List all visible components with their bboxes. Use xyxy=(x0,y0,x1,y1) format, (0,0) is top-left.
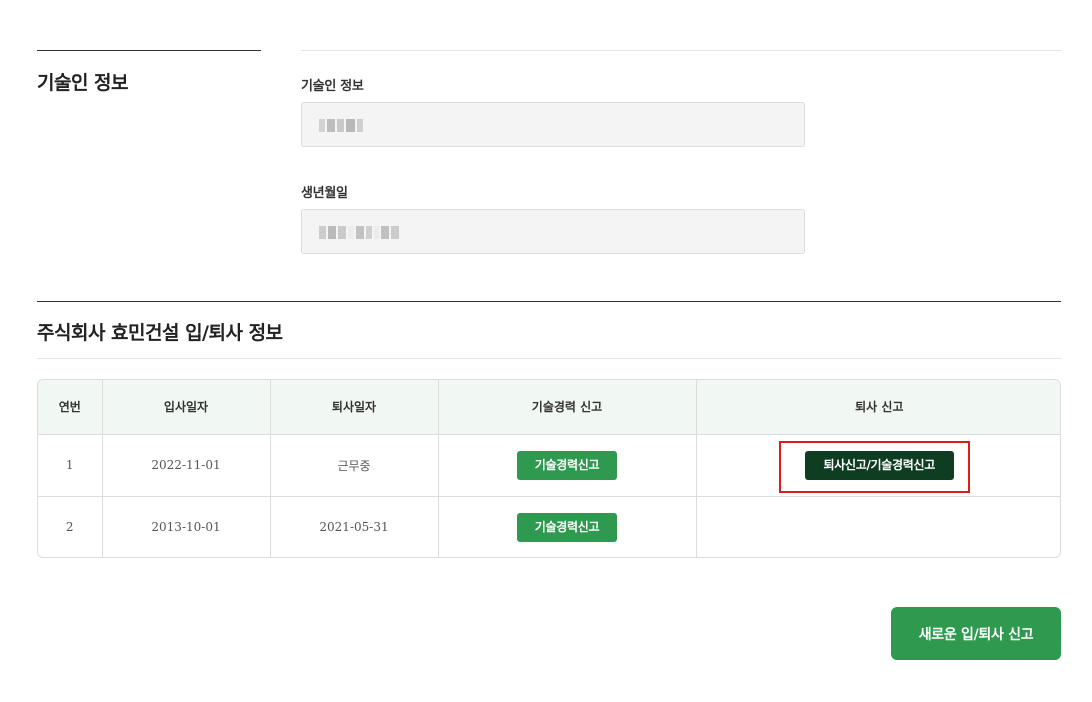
section-divider xyxy=(37,358,1061,359)
table-row: 1 2022-11-01 근무중 기술경력신고 퇴사신고/기술경력신고 xyxy=(38,434,1060,497)
employment-section-title: 주식회사 효민건설 입/퇴사 정보 xyxy=(37,322,283,344)
name-field-label: 기술인 정보 xyxy=(301,79,364,94)
technician-section-title: 기술인 정보 xyxy=(37,72,129,94)
col-header-resign-report: 퇴사 신고 xyxy=(696,380,1060,435)
redacted-value xyxy=(319,119,363,132)
page: 기술인 정보 기술인 정보 생년월일 주식회사 효민건설 입/퇴사 정보 연번 … xyxy=(0,0,1092,702)
redacted-value xyxy=(319,226,399,239)
join-date: 2022-11-01 xyxy=(102,434,271,497)
leave-date: 근무중 xyxy=(270,434,439,497)
resign-cell: 퇴사신고/기술경력신고 xyxy=(696,434,1060,497)
table-row: 2 2013-10-01 2021-05-31 기술경력신고 xyxy=(38,496,1060,557)
section-divider xyxy=(301,50,1061,51)
career-report-button[interactable]: 기술경력신고 xyxy=(517,512,617,542)
career-cell: 기술경력신고 xyxy=(438,434,697,497)
section-divider xyxy=(37,301,1061,302)
resign-cell xyxy=(696,496,1060,557)
new-entry-report-button[interactable]: 새로운 입/퇴사 신고 xyxy=(891,607,1061,660)
birth-field-label: 생년월일 xyxy=(301,186,348,201)
row-number: 2 xyxy=(38,496,103,557)
birth-date-field xyxy=(301,209,805,254)
row-number: 1 xyxy=(38,434,103,497)
name-field xyxy=(301,102,805,147)
col-header-leave-date: 퇴사일자 xyxy=(270,380,439,435)
career-report-button[interactable]: 기술경력신고 xyxy=(517,450,617,480)
employment-table: 연번 입사일자 퇴사일자 기술경력 신고 퇴사 신고 1 2022-11-01 … xyxy=(37,379,1061,558)
section-divider xyxy=(37,50,261,51)
resign-career-report-button[interactable]: 퇴사신고/기술경력신고 xyxy=(804,450,954,480)
col-header-career-report: 기술경력 신고 xyxy=(438,380,697,435)
leave-date: 2021-05-31 xyxy=(270,496,439,557)
join-date: 2013-10-01 xyxy=(102,496,271,557)
career-cell: 기술경력신고 xyxy=(438,496,697,557)
col-header-join-date: 입사일자 xyxy=(102,380,271,435)
table-header-row: 연번 입사일자 퇴사일자 기술경력 신고 퇴사 신고 xyxy=(38,380,1060,435)
col-header-number: 연번 xyxy=(38,380,103,435)
